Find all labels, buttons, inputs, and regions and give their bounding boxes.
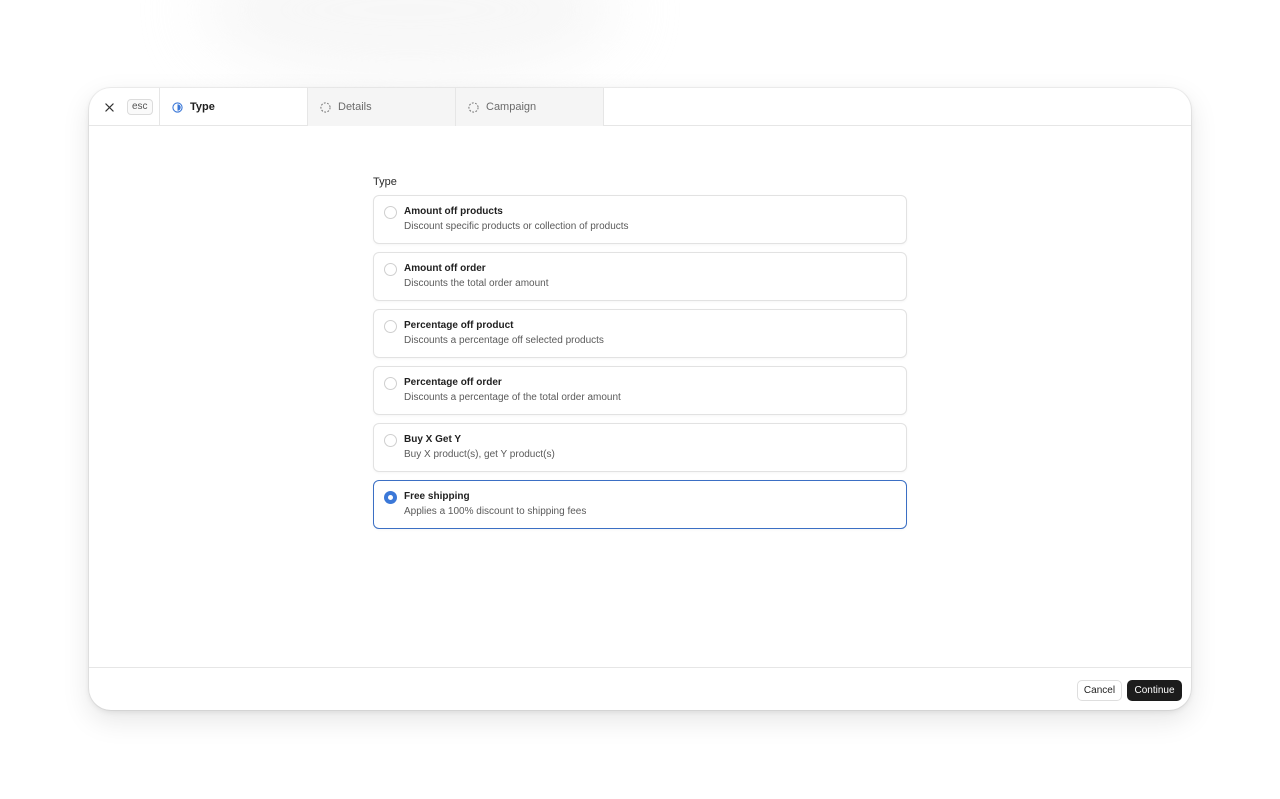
option-description: Discounts a percentage of the total orde… <box>404 392 621 403</box>
close-area: esc <box>89 88 160 126</box>
radio-button[interactable] <box>384 320 397 333</box>
option-description: Discounts the total order amount <box>404 278 549 289</box>
option-title: Amount off order <box>404 263 486 274</box>
dashed-circle-icon <box>320 101 331 113</box>
tab-label: Type <box>190 101 215 113</box>
esc-shortcut-badge: esc <box>127 99 153 115</box>
create-discount-modal: esc Type Details Campaign Type Amount of… <box>89 88 1191 710</box>
option-free-shipping[interactable]: Free shipping Applies a 100% discount to… <box>373 480 907 529</box>
dashed-circle-icon <box>468 101 479 113</box>
radio-button[interactable] <box>384 377 397 390</box>
tab-details[interactable]: Details <box>308 88 456 126</box>
option-amount-off-products[interactable]: Amount off products Discount specific pr… <box>373 195 907 244</box>
radio-button-checked[interactable] <box>384 491 397 504</box>
radio-button[interactable] <box>384 434 397 447</box>
tab-label: Campaign <box>486 101 537 113</box>
cancel-button[interactable]: Cancel <box>1077 680 1122 701</box>
continue-button[interactable]: Continue <box>1127 680 1182 701</box>
half-circle-progress-icon <box>172 101 183 113</box>
option-percentage-off-product[interactable]: Percentage off product Discounts a perce… <box>373 309 907 358</box>
option-description: Discount specific products or collection… <box>404 221 629 232</box>
radio-button[interactable] <box>384 263 397 276</box>
background-blur <box>200 0 620 80</box>
radio-button[interactable] <box>384 206 397 219</box>
discount-type-section: Type Amount off products Discount specif… <box>373 176 907 537</box>
option-title: Percentage off product <box>404 320 514 331</box>
option-amount-off-order[interactable]: Amount off order Discounts the total ord… <box>373 252 907 301</box>
option-title: Percentage off order <box>404 377 502 388</box>
tab-campaign[interactable]: Campaign <box>456 88 604 126</box>
option-buy-x-get-y[interactable]: Buy X Get Y Buy X product(s), get Y prod… <box>373 423 907 472</box>
modal-footer: Cancel Continue <box>89 667 1191 710</box>
option-title: Free shipping <box>404 491 470 502</box>
close-icon[interactable] <box>103 101 115 113</box>
tab-label: Details <box>338 101 372 113</box>
stepper-header: esc Type Details Campaign <box>89 88 1191 126</box>
section-label: Type <box>373 176 397 188</box>
option-title: Amount off products <box>404 206 503 217</box>
option-description: Discounts a percentage off selected prod… <box>404 335 604 346</box>
tab-type[interactable]: Type <box>160 88 308 126</box>
option-title: Buy X Get Y <box>404 434 462 445</box>
option-description: Applies a 100% discount to shipping fees <box>404 506 587 517</box>
option-percentage-off-order[interactable]: Percentage off order Discounts a percent… <box>373 366 907 415</box>
option-description: Buy X product(s), get Y product(s) <box>404 449 555 460</box>
